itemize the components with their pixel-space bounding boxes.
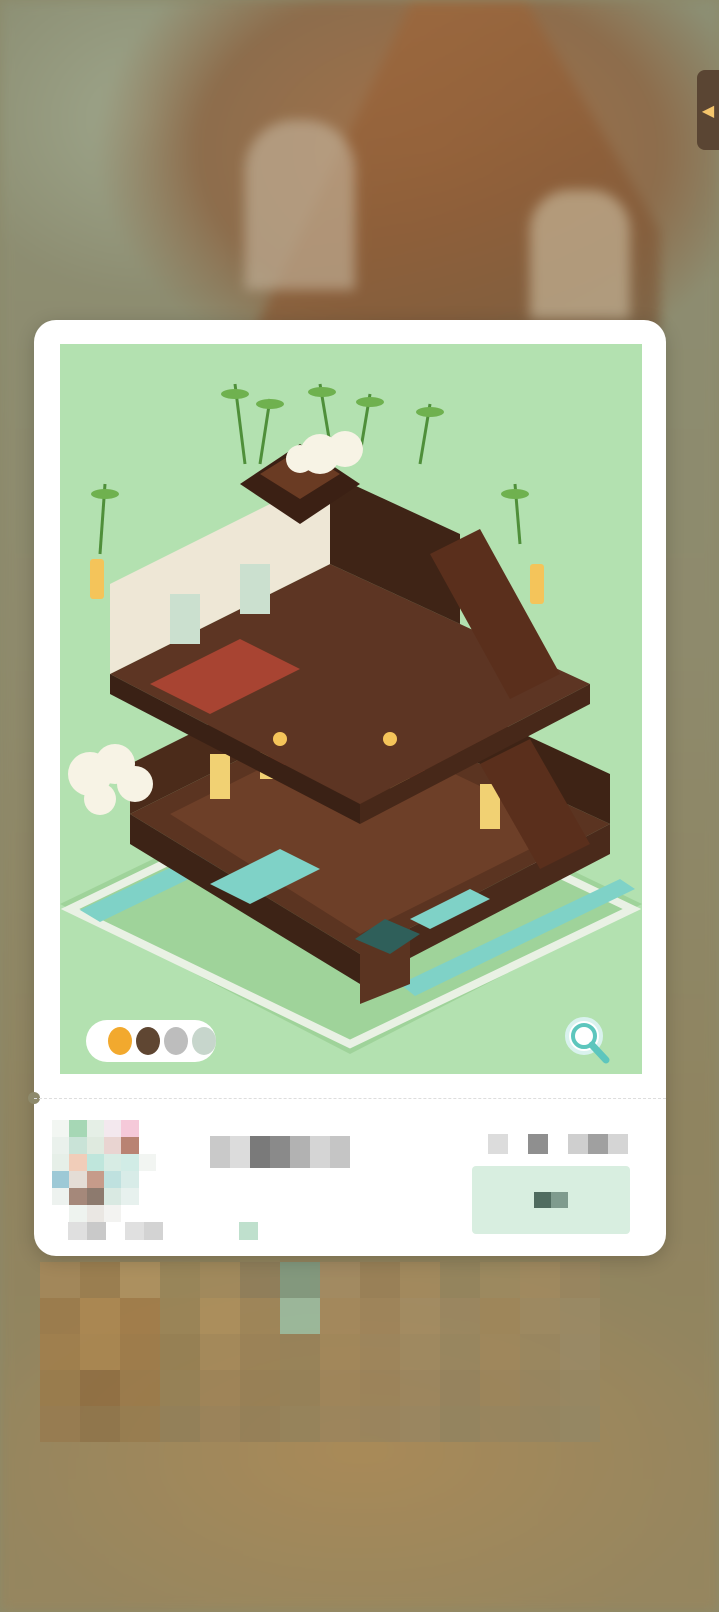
color-palette-pill[interactable]: [86, 1020, 216, 1062]
author-info-row: [28, 1080, 666, 1256]
palette-swatch-3: [164, 1027, 188, 1055]
stats-redacted: [488, 1134, 628, 1154]
dashed-divider: [34, 1098, 666, 1099]
follow-button-label-redacted: [534, 1192, 568, 1208]
background-window: [530, 190, 630, 320]
avatar[interactable]: [52, 1120, 156, 1224]
magnifier-icon: [565, 1017, 610, 1064]
palette-swatch-1: [108, 1027, 132, 1055]
palette-swatch-4: [192, 1027, 216, 1055]
zoom-button[interactable]: [560, 1014, 616, 1070]
username-redacted: [210, 1136, 350, 1168]
house-design-artwork[interactable]: [60, 344, 642, 1074]
palette-swatch-2: [136, 1027, 160, 1055]
meta-text-redacted: [68, 1222, 258, 1240]
chevron-left-icon: ◀: [701, 100, 715, 120]
side-drawer-tab[interactable]: ◀: [697, 70, 719, 150]
blurred-background-mosaic: [40, 1262, 600, 1442]
isometric-house-illustration: [60, 383, 642, 1054]
background-wall: [245, 120, 355, 290]
follow-button[interactable]: [472, 1166, 630, 1234]
design-share-card: [28, 320, 666, 1256]
